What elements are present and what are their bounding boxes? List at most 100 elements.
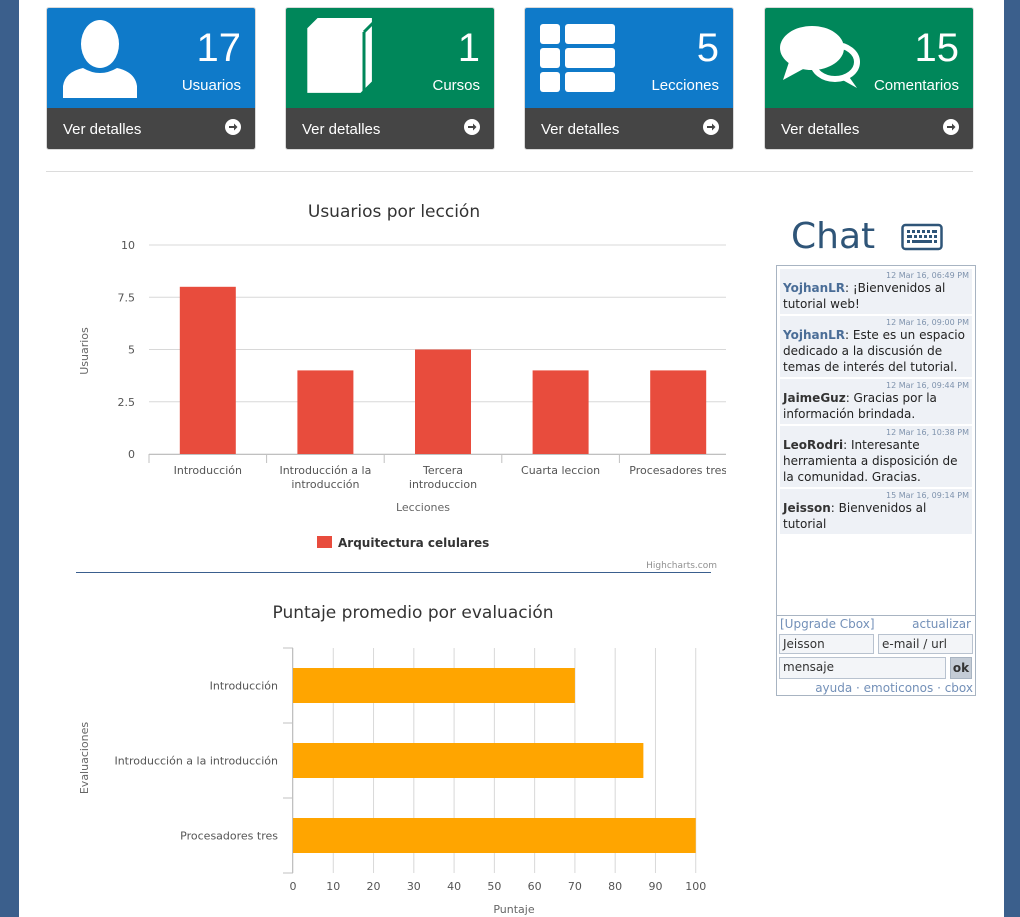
x-tick-label: Introducción <box>174 464 242 477</box>
message-body: JaimeGuz: Gracias por la información bri… <box>783 390 969 422</box>
lessons-card-header: 5 Lecciones <box>525 8 733 108</box>
x-tick-label: 100 <box>685 880 706 893</box>
users-card: 17 Usuarios Ver detalles <box>46 7 256 150</box>
chat-footer-links[interactable]: ayuda · emoticonos · cbox <box>815 681 973 695</box>
lessons-count: 5 <box>696 26 719 70</box>
bar[interactable] <box>179 286 236 454</box>
x-tick-label: Introducción a la introducción <box>279 464 371 491</box>
message-body: YojhanLR: ¡Bienvenidos al tutorial web! <box>783 280 969 312</box>
chat-message: 12 Mar 16, 09:44 PM JaimeGuz: Gracias por… <box>780 379 972 424</box>
message-body: YojhanLR: Este es un espacio dedicado a … <box>783 327 969 375</box>
chat-box: 12 Mar 16, 06:49 PM YojhanLR: ¡Bienvenido… <box>776 265 976 696</box>
message-body: LeoRodri: Interesante herramienta a disp… <box>783 437 969 485</box>
y-tick-label: 10 <box>121 239 135 252</box>
courses-label: Cursos <box>432 77 480 94</box>
chart-credits[interactable]: Highcharts.com <box>646 561 717 571</box>
x-tick-label: 60 <box>528 880 542 893</box>
comments-icon <box>780 26 860 88</box>
page: 17 Usuarios Ver detalles 1 Cursos Ver de… <box>19 0 1004 917</box>
y-axis-title: Usuarios <box>78 327 91 375</box>
x-tick-label: 10 <box>326 880 340 893</box>
chat-form: [Upgrade Cbox] actualizar Jeisson e-mail… <box>777 615 975 695</box>
message-time: 12 Mar 16, 10:38 PM <box>886 428 969 437</box>
x-tick-label: Cuarta leccion <box>521 464 600 477</box>
y-tick-label: 7.5 <box>118 291 136 304</box>
message-time: 12 Mar 16, 09:44 PM <box>886 381 969 390</box>
lessons-label: Lecciones <box>651 77 719 94</box>
chat-message: 12 Mar 16, 06:49 PM YojhanLR: ¡Bienvenido… <box>780 269 972 314</box>
x-tick-label: 70 <box>568 880 582 893</box>
chat-messages[interactable]: 12 Mar 16, 06:49 PM YojhanLR: ¡Bienvenido… <box>778 267 974 616</box>
users-per-lesson-chart: Usuarios por lección 0 2.5 5 7.5 10 Introduc… <box>78 202 726 571</box>
x-tick-label: 50 <box>487 880 501 893</box>
list-icon <box>540 24 615 92</box>
bar[interactable] <box>650 370 707 454</box>
x-tick-label: 90 <box>648 880 662 893</box>
chart-title: Puntaje promedio por evaluación <box>273 603 554 623</box>
lessons-details-link[interactable]: Ver detalles <box>525 108 733 149</box>
courses-card: 1 Cursos Ver detalles <box>285 7 495 150</box>
bar[interactable] <box>293 668 575 703</box>
comments-count: 15 <box>914 26 960 70</box>
comments-card-header: 15 Comentarios <box>765 8 973 108</box>
bar[interactable] <box>297 370 354 454</box>
y-tick-label: Introducción <box>210 680 278 693</box>
bar[interactable] <box>415 349 471 455</box>
arrow-circle-right-icon <box>464 119 480 135</box>
chart-separator <box>76 572 711 573</box>
arrow-circle-right-icon <box>703 119 719 135</box>
message-body: Jeisson: Bienvenidos al tutorial <box>783 500 969 532</box>
section-divider <box>46 171 973 172</box>
upgrade-link[interactable]: [Upgrade Cbox] <box>780 617 875 631</box>
bar[interactable] <box>532 370 589 454</box>
users-count: 17 <box>196 26 242 70</box>
message-input[interactable]: mensaje <box>779 657 946 679</box>
details-label: Ver detalles <box>302 121 381 138</box>
url-input[interactable]: e-mail / url <box>878 634 973 654</box>
refresh-link[interactable]: actualizar <box>912 617 971 631</box>
arrow-circle-right-icon <box>225 119 241 135</box>
bar[interactable] <box>293 818 696 853</box>
comments-label: Comentarios <box>873 77 959 94</box>
name-input[interactable]: Jeisson <box>779 634 874 654</box>
chat-title: Chat <box>791 216 876 257</box>
x-tick-label: Procesadores tres <box>629 464 726 477</box>
x-axis-title: Lecciones <box>396 501 450 514</box>
lessons-card: 5 Lecciones Ver detalles <box>524 7 734 150</box>
message-user: JaimeGuz <box>783 391 846 405</box>
x-axis-title: Puntaje <box>493 903 534 916</box>
comments-details-link[interactable]: Ver detalles <box>765 108 973 149</box>
y-tick-label: Introducción a la introducción <box>114 755 278 768</box>
message-user[interactable]: YojhanLR <box>783 281 845 295</box>
courses-card-header: 1 Cursos <box>286 8 494 108</box>
x-tick-label: 30 <box>407 880 421 893</box>
details-label: Ver detalles <box>63 121 142 138</box>
users-card-header: 17 Usuarios <box>47 8 255 108</box>
courses-details-link[interactable]: Ver detalles <box>286 108 494 149</box>
bar[interactable] <box>293 743 644 778</box>
chat-message: 15 Mar 16, 09:14 PM Jeisson: Bienvenidos … <box>780 489 972 534</box>
message-time: 12 Mar 16, 06:49 PM <box>886 271 969 280</box>
message-user[interactable]: YojhanLR <box>783 328 845 342</box>
keyboard-icon <box>901 223 943 251</box>
y-tick-label: Procesadores tres <box>180 830 278 843</box>
users-details-link[interactable]: Ver detalles <box>47 108 255 149</box>
x-tick-label: Tercera introduccion <box>409 464 477 491</box>
chat-message: 12 Mar 16, 09:00 PM YojhanLR: Este es un … <box>780 316 972 377</box>
chart-title: Usuarios por lección <box>308 202 480 222</box>
legend-item[interactable]: Arquitectura celulares <box>338 536 489 550</box>
y-tick-label: 2.5 <box>118 396 136 409</box>
chat-message: 12 Mar 16, 10:38 PM LeoRodri: Interesante… <box>780 426 972 487</box>
courses-count: 1 <box>457 26 480 70</box>
book-icon <box>307 18 378 98</box>
x-tick-label: 80 <box>608 880 622 893</box>
x-tick-label: 40 <box>447 880 461 893</box>
comments-card: 15 Comentarios Ver detalles <box>764 7 974 150</box>
y-tick-label: 5 <box>128 344 135 357</box>
message-user: Jeisson <box>783 501 831 515</box>
y-tick-label: 0 <box>128 448 135 461</box>
send-button[interactable]: ok <box>950 657 972 679</box>
user-icon <box>63 20 137 98</box>
message-time: 15 Mar 16, 09:14 PM <box>886 491 969 500</box>
y-axis-title: Evaluaciones <box>78 722 91 795</box>
